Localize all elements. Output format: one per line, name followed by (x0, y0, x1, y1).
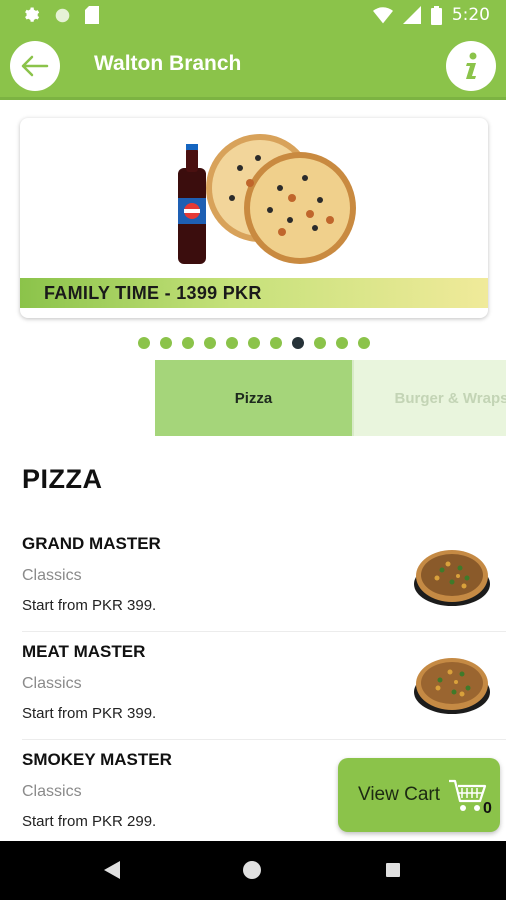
item-name: SMOKEY MASTER (22, 750, 172, 769)
info-icon (466, 52, 477, 79)
section-title: PIZZA (22, 464, 103, 494)
sd-card-icon (85, 6, 99, 24)
item-name: MEAT MASTER (22, 642, 146, 661)
carousel-dot[interactable] (358, 337, 370, 349)
carousel-dot[interactable] (160, 337, 172, 349)
pizza-thumbnail (414, 658, 490, 714)
nav-back-icon[interactable] (104, 861, 120, 879)
tab-label: Burger & Wraps (394, 389, 506, 407)
nav-home-icon[interactable] (243, 861, 261, 879)
carousel-dot[interactable] (270, 337, 282, 349)
carousel-indicator (138, 337, 370, 349)
navigation-bar (0, 841, 506, 900)
item-price: Start from PKR 399. (22, 597, 157, 614)
carousel-dot[interactable] (336, 337, 348, 349)
pizza-thumbnail (414, 550, 490, 606)
banner-caption: FAMILY TIME - 1399 PKR (44, 283, 262, 303)
promo-banner[interactable]: FAMILY TIME - 1399 PKR (20, 118, 488, 318)
carousel-dot[interactable] (314, 337, 326, 349)
status-bar: 5:20 (0, 0, 506, 32)
item-category: Classics (22, 567, 82, 584)
status-time: 5:20 (451, 5, 490, 25)
banner-caption-bar: FAMILY TIME - 1399 PKR (20, 278, 488, 308)
pizza-deal-image (178, 134, 356, 264)
item-category: Classics (22, 675, 82, 692)
carousel-dot[interactable] (204, 337, 216, 349)
item-name: GRAND MASTER (22, 534, 161, 553)
tab-burger-wraps[interactable]: Burger & Wraps (352, 360, 506, 436)
menu-item[interactable]: GRAND MASTER Classics Start from PKR 399… (0, 532, 506, 640)
app-bar-divider (0, 97, 506, 100)
arrow-left-icon (21, 55, 49, 77)
info-button[interactable] (446, 41, 496, 91)
item-category: Classics (22, 783, 82, 800)
carousel-dot[interactable] (182, 337, 194, 349)
wifi-icon (372, 7, 393, 24)
nav-recent-icon[interactable] (386, 863, 400, 877)
carousel-dot[interactable] (292, 337, 304, 349)
category-tabs: Pizza Burger & Wraps (155, 360, 506, 436)
page-title: Walton Branch (94, 52, 242, 75)
item-price: Start from PKR 399. (22, 705, 157, 722)
tab-pizza[interactable]: Pizza (155, 360, 352, 436)
circle-icon (55, 8, 70, 22)
back-button[interactable] (10, 41, 60, 91)
view-cart-button[interactable]: View Cart 0 (338, 758, 500, 832)
view-cart-label: View Cart (358, 784, 441, 805)
cart-icon (449, 779, 487, 811)
cart-count: 0 (483, 800, 492, 817)
signal-icon (402, 6, 421, 24)
item-price: Start from PKR 299. (22, 813, 157, 830)
menu-item[interactable]: MEAT MASTER Classics Start from PKR 399. (0, 640, 506, 748)
app-bar: Walton Branch (0, 32, 506, 98)
carousel-dot[interactable] (226, 337, 238, 349)
carousel-dot[interactable] (248, 337, 260, 349)
tab-label: Pizza (234, 389, 273, 407)
item-divider (22, 631, 506, 632)
battery-icon (430, 5, 442, 25)
settings-icon (25, 7, 40, 22)
item-divider (22, 739, 506, 740)
carousel-dot[interactable] (138, 337, 150, 349)
